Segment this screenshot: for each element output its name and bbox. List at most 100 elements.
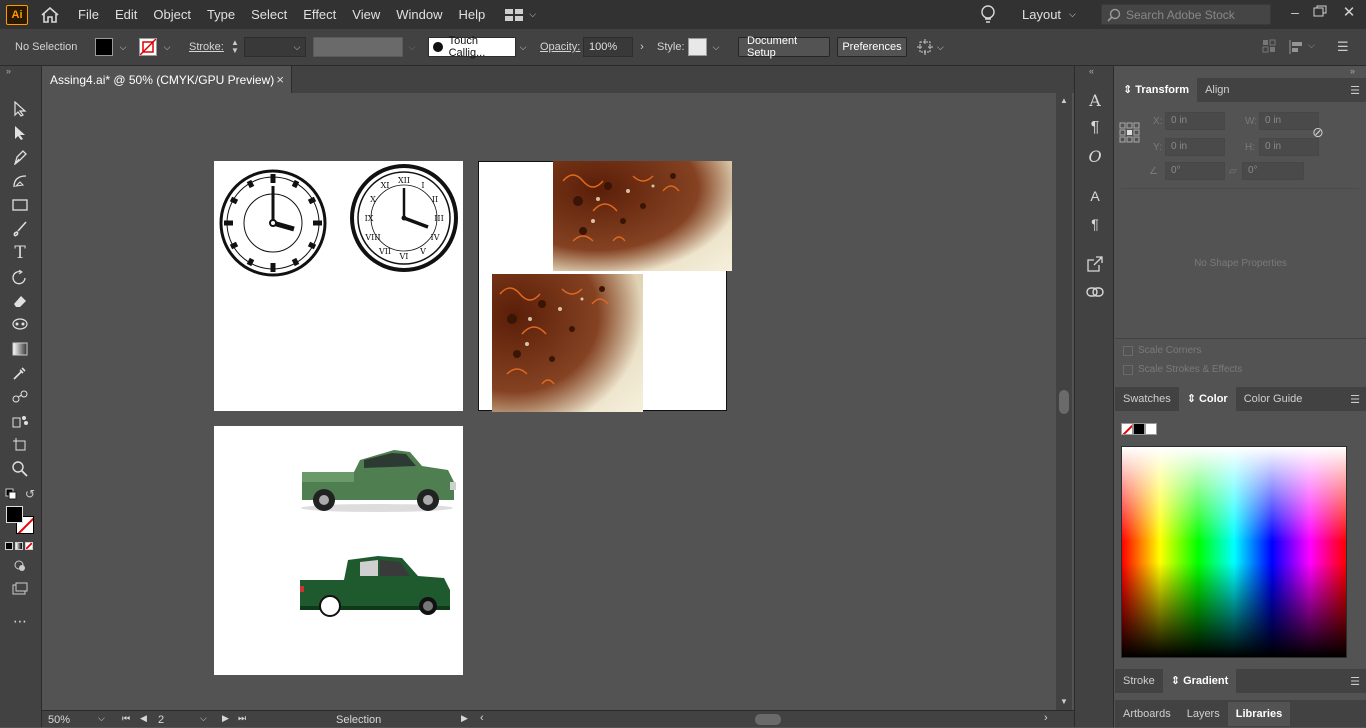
fill-color-box[interactable] <box>6 506 23 523</box>
tab-libraries[interactable]: Libraries <box>1227 701 1291 726</box>
gradient-mode-icon[interactable] <box>15 542 23 550</box>
strip-collapse-icon[interactable]: « <box>1089 66 1094 76</box>
tab-stroke[interactable]: Stroke <box>1115 669 1163 693</box>
menu-window[interactable]: Window <box>388 0 450 29</box>
truck-vector[interactable] <box>214 426 463 675</box>
scroll-right-arrow[interactable]: › <box>1044 712 1048 724</box>
close-window-button[interactable]: ✕ <box>1341 3 1357 23</box>
scale-corners-checkbox[interactable] <box>1123 346 1133 356</box>
artboard-trucks[interactable] <box>214 426 463 675</box>
rotate-input[interactable]: 0° <box>1165 162 1225 180</box>
home-icon[interactable] <box>40 5 60 25</box>
black-swatch[interactable] <box>1133 423 1145 435</box>
artboard-clocks[interactable]: XII VI IX III I II IV V VII VIII X XI <box>214 161 463 411</box>
next-artboard-icon[interactable]: ▶ <box>222 713 229 724</box>
fill-swatch[interactable] <box>95 38 113 56</box>
last-artboard-icon[interactable]: ⏭ <box>238 713 246 724</box>
menu-object[interactable]: Object <box>145 0 199 29</box>
zoom-tool-icon[interactable] <box>9 459 31 479</box>
brush-definition[interactable]: Touch Callig... <box>428 35 516 59</box>
fill-stroke-widget[interactable] <box>5 506 37 536</box>
minimize-button[interactable]: – <box>1287 4 1303 24</box>
vertical-scrollbar[interactable]: ▲ ▼ <box>1056 93 1072 710</box>
scale-strokes-checkbox[interactable] <box>1123 365 1133 375</box>
color-panel-menu-icon[interactable]: ☰ <box>1350 393 1360 406</box>
tab-color-guide[interactable]: Color Guide <box>1236 387 1311 411</box>
artboard-ornaments[interactable] <box>478 161 732 412</box>
horizontal-scroll-thumb[interactable] <box>755 714 781 725</box>
panel-collapse-icon[interactable]: » <box>6 66 11 76</box>
character-panel-icon[interactable]: A <box>1085 90 1105 110</box>
export-panel-icon[interactable] <box>1085 254 1105 274</box>
vertical-scroll-thumb[interactable] <box>1059 390 1069 414</box>
zoom-dropdown[interactable]: ⌵ <box>98 713 105 724</box>
clock-2[interactable]: XIIVI IX III III IVV VIIVIII XXI <box>214 161 463 411</box>
status-menu-arrow[interactable]: ▶ <box>461 713 468 724</box>
draw-mode-icon[interactable] <box>9 556 31 576</box>
search-stock-field[interactable]: Search Adobe Stock <box>1101 4 1271 25</box>
graphic-style-swatch[interactable] <box>688 38 707 56</box>
eyedropper-tool-icon[interactable] <box>9 363 31 383</box>
transform-panel-menu-icon[interactable]: ☰ <box>1350 84 1360 97</box>
tab-artboards[interactable]: Artboards <box>1115 702 1179 726</box>
artboard-number-dropdown[interactable]: ⌵ <box>200 713 207 724</box>
scroll-left-arrow[interactable]: ‹ <box>480 712 484 724</box>
menu-type[interactable]: Type <box>199 0 243 29</box>
rectangle-tool-icon[interactable] <box>9 195 31 215</box>
brush-dropdown[interactable]: ⌵ <box>516 38 530 56</box>
artboard-tool-icon[interactable] <box>9 435 31 455</box>
arrange-documents-icon[interactable]: ⌵ <box>505 8 536 21</box>
tab-gradient[interactable]: ⇕ Gradient <box>1162 669 1237 693</box>
gradient-tool-icon[interactable] <box>9 339 31 359</box>
pen-tool-icon[interactable] <box>9 147 31 167</box>
constrain-proportions-icon[interactable]: ⊘ <box>1312 124 1324 141</box>
menu-select[interactable]: Select <box>243 0 295 29</box>
selection-tool-icon[interactable] <box>9 99 31 119</box>
tab-swatches[interactable]: Swatches <box>1115 387 1179 411</box>
paintbrush-tool-icon[interactable] <box>9 219 31 239</box>
opacity-expand[interactable]: › <box>635 38 649 56</box>
align-icon[interactable] <box>1262 39 1276 56</box>
symbol-sprayer-tool-icon[interactable] <box>9 411 31 431</box>
preferences-button[interactable]: Preferences <box>837 37 907 57</box>
h-input[interactable]: 0 in <box>1259 138 1319 156</box>
character-styles-icon[interactable]: A <box>1085 186 1105 206</box>
restore-button[interactable] <box>1313 5 1329 21</box>
blend-tool-icon[interactable] <box>9 387 31 407</box>
distribute-icon[interactable]: ⌵ <box>1288 40 1315 54</box>
tab-layers[interactable]: Layers <box>1179 702 1228 726</box>
eraser-tool-icon[interactable] <box>9 291 31 311</box>
fill-dropdown[interactable]: ⌵ <box>116 38 130 56</box>
floral-ornament-top[interactable] <box>553 161 732 271</box>
scroll-down-arrow[interactable]: ▼ <box>1060 697 1068 706</box>
links-panel-icon[interactable] <box>1085 282 1105 302</box>
color-spectrum[interactable] <box>1121 446 1347 658</box>
curvature-tool-icon[interactable] <box>9 171 31 191</box>
white-swatch[interactable] <box>1145 423 1157 435</box>
none-mode-icon[interactable] <box>25 542 33 550</box>
default-colors-icon[interactable] <box>5 488 17 503</box>
rotate-tool-icon[interactable] <box>9 267 31 287</box>
gradient-panel-menu-icon[interactable]: ☰ <box>1350 675 1360 688</box>
y-input[interactable]: 0 in <box>1165 138 1225 156</box>
tab-align[interactable]: Align <box>1197 78 1237 102</box>
tab-color[interactable]: ⇕ Color <box>1178 387 1236 411</box>
screen-mode-icon[interactable] <box>9 579 31 599</box>
puppet-warp-tool-icon[interactable] <box>9 315 31 335</box>
paragraph-styles-icon[interactable]: ¶ <box>1085 214 1105 234</box>
opacity-input[interactable]: 100% <box>583 37 633 57</box>
stroke-dropdown[interactable]: ⌵ <box>160 38 174 56</box>
prev-artboard-icon[interactable]: ◀ <box>140 713 147 724</box>
direct-selection-tool-icon[interactable] <box>9 123 31 143</box>
shear-input[interactable]: 0° <box>1242 162 1304 180</box>
type-tool-icon[interactable]: T <box>9 243 31 263</box>
stroke-swatch[interactable] <box>139 38 157 56</box>
none-swatch[interactable] <box>1121 423 1133 435</box>
stroke-weight-stepper[interactable]: ▲ ▼ <box>228 37 242 57</box>
scroll-up-arrow[interactable]: ▲ <box>1060 96 1068 105</box>
menu-effect[interactable]: Effect <box>295 0 344 29</box>
x-input[interactable]: 0 in <box>1165 112 1225 130</box>
menu-edit[interactable]: Edit <box>107 0 145 29</box>
canvas[interactable]: XII VI IX III I II IV V VII VIII X XI <box>42 93 1056 710</box>
profile-dropdown[interactable]: ⌵ <box>405 38 419 56</box>
